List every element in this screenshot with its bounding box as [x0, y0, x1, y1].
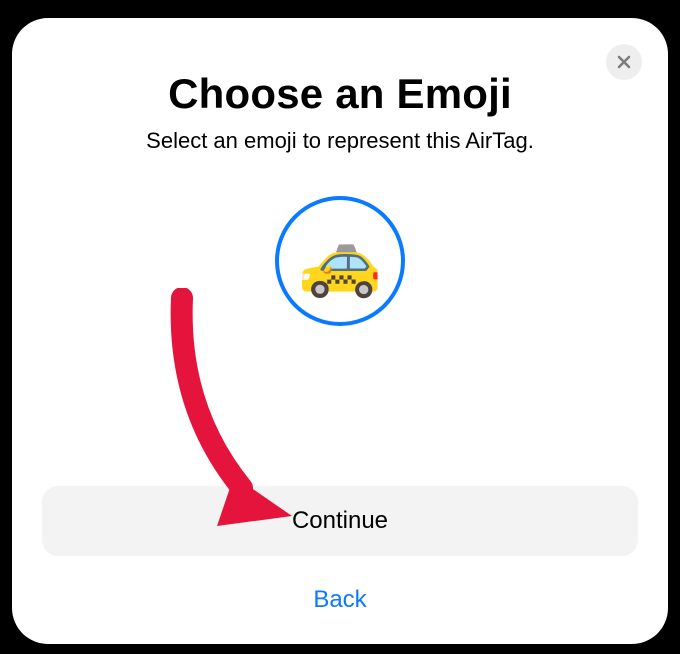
dialog-buttons: Continue Back	[42, 486, 638, 626]
dialog-subtitle: Select an emoji to represent this AirTag…	[146, 128, 534, 154]
continue-button[interactable]: Continue	[42, 486, 638, 556]
taxi-emoji: 🚕	[298, 227, 383, 295]
dialog-title: Choose an Emoji	[168, 70, 512, 118]
back-button[interactable]: Back	[42, 578, 638, 626]
selected-emoji-button[interactable]: 🚕	[275, 196, 405, 326]
emoji-picker-sheet: Choose an Emoji Select an emoji to repre…	[12, 18, 668, 644]
